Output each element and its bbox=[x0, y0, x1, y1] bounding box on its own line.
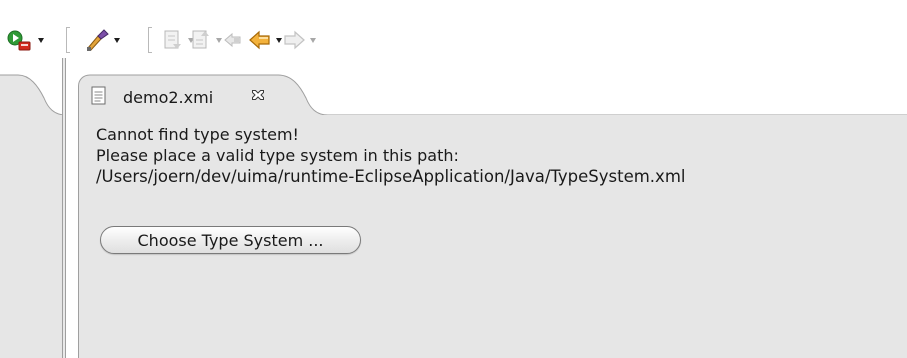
pane-sash[interactable] bbox=[66, 58, 78, 358]
forward-button[interactable] bbox=[282, 27, 316, 53]
external-tools-icon bbox=[87, 29, 109, 51]
left-view-pane bbox=[0, 58, 66, 358]
next-annotation-icon bbox=[164, 30, 181, 49]
left-view-tabstrip bbox=[0, 58, 66, 115]
tab-title: demo2.xmi bbox=[123, 88, 214, 107]
close-icon[interactable] bbox=[250, 87, 266, 103]
forward-dropdown-icon[interactable] bbox=[310, 37, 316, 43]
type-system-path: /Users/joern/dev/uima/runtime-EclipseApp… bbox=[96, 167, 686, 186]
main-toolbar bbox=[0, 0, 907, 58]
tab-demo2-xmi[interactable]: demo2.xmi bbox=[78, 75, 314, 115]
toolbar-separator bbox=[66, 27, 72, 53]
forward-icon bbox=[284, 30, 305, 50]
previous-annotation-button[interactable] bbox=[190, 27, 222, 53]
error-message-title: Cannot find type system! bbox=[96, 125, 299, 144]
last-edit-location-icon bbox=[224, 32, 241, 48]
error-message-instruction: Please place a valid type system in this… bbox=[96, 146, 459, 165]
editor-area: demo2.xmi Cannot find type system! Pleas… bbox=[78, 58, 907, 358]
previous-annotation-icon bbox=[192, 30, 209, 49]
choose-type-system-button[interactable]: Choose Type System ... bbox=[100, 226, 361, 254]
left-view-tab-shape bbox=[0, 74, 66, 115]
external-tools-dropdown-icon[interactable] bbox=[114, 37, 120, 43]
editor-body: Cannot find type system! Please place a … bbox=[78, 115, 907, 358]
back-button[interactable] bbox=[248, 27, 282, 53]
file-document-icon bbox=[91, 86, 106, 105]
last-edit-location-button[interactable] bbox=[222, 27, 244, 53]
external-tools-button[interactable] bbox=[84, 27, 120, 53]
toolbar-separator bbox=[148, 27, 154, 53]
back-icon bbox=[249, 30, 270, 50]
run-icon bbox=[7, 30, 31, 51]
editor-tabstrip: demo2.xmi bbox=[78, 58, 907, 115]
run-dropdown-icon[interactable] bbox=[38, 37, 44, 43]
run-button[interactable] bbox=[6, 27, 44, 53]
eclipse-workbench: demo2.xmi Cannot find type system! Pleas… bbox=[0, 0, 907, 358]
